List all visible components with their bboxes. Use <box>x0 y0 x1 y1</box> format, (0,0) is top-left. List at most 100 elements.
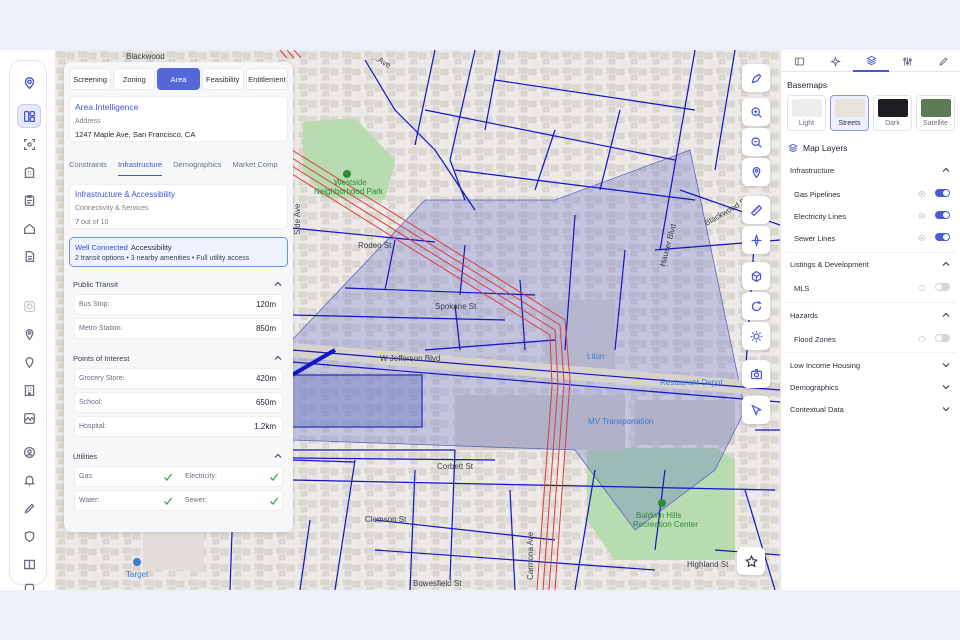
eye-icon[interactable] <box>918 234 926 242</box>
building-icon[interactable] <box>17 160 41 184</box>
location-icon <box>752 166 760 178</box>
user-icon[interactable] <box>17 440 41 464</box>
poi-row: School: 650m <box>74 392 283 413</box>
check-icon <box>270 497 279 505</box>
bell-icon[interactable] <box>17 468 41 492</box>
site-parcel <box>291 374 423 428</box>
utilities-title: Utilities <box>73 452 98 461</box>
subtab-demographics[interactable]: Demographics <box>173 160 221 176</box>
layer-sewer-lines-toggle[interactable] <box>935 233 950 241</box>
eye-icon[interactable] <box>918 190 926 198</box>
edit-icon[interactable] <box>17 496 41 520</box>
poi-key: School: <box>79 399 103 406</box>
divider <box>786 302 956 303</box>
tab-zoning[interactable]: Zoning <box>113 68 156 90</box>
basemap-streets[interactable]: Streets <box>830 95 869 131</box>
map-label-baldwin-hills: Baldwin Hills <box>636 511 682 520</box>
draw-icon <box>750 73 761 84</box>
group-infrastructure[interactable]: Infrastructure <box>786 161 956 179</box>
basemap-dark[interactable]: Dark <box>873 95 912 131</box>
image-icon[interactable] <box>17 406 41 430</box>
basemap-streets-swatch <box>835 99 865 117</box>
basemap-light[interactable]: Light <box>787 95 826 131</box>
zoom-in-button[interactable] <box>742 98 770 126</box>
divider <box>786 252 956 253</box>
subtab-market-comp[interactable]: Market Comp <box>232 160 277 176</box>
home-icon[interactable] <box>17 216 41 240</box>
tab-ai[interactable] <box>817 50 853 72</box>
poi-row: Grocery Store: 420m <box>74 368 283 389</box>
basemap-satellite[interactable]: Satellite <box>916 95 955 131</box>
eye-icon[interactable] <box>918 335 926 343</box>
subtab-infrastructure[interactable]: Infrastructure <box>117 160 163 176</box>
layer-electricity-lines-toggle[interactable] <box>935 211 950 219</box>
logo-icon[interactable] <box>17 71 41 95</box>
ruler-icon <box>750 204 762 216</box>
pin-icon[interactable] <box>17 322 41 346</box>
measure-button[interactable] <box>742 196 770 224</box>
chevron-down-icon <box>942 407 950 412</box>
instagram-icon[interactable] <box>17 294 41 318</box>
locate-button[interactable] <box>742 158 770 186</box>
tab-filters[interactable] <box>889 50 925 72</box>
group-demographics[interactable]: Demographics <box>786 378 956 396</box>
rotate-button[interactable] <box>742 292 770 320</box>
tab-sidebar[interactable] <box>781 50 817 72</box>
star-icon <box>744 554 758 567</box>
basemap-light-label: Light <box>798 120 815 127</box>
layer-sewer-lines-label: Sewer Lines <box>794 234 836 243</box>
transit-row: Metro Station: 850m <box>74 318 283 339</box>
group-low-income-housing[interactable]: Low Income Housing <box>786 356 956 374</box>
layer-mls-toggle[interactable] <box>935 283 950 291</box>
poi-value: 420m <box>255 374 276 383</box>
left-rail <box>9 60 47 590</box>
favorite-button[interactable] <box>737 547 765 575</box>
map-label-jefferson: W Jefferson Blvd <box>380 354 441 363</box>
utilities-header[interactable]: Utilities <box>69 448 288 464</box>
area-subtabs: Constraints Infrastructure Demographics … <box>69 160 293 176</box>
points-of-interest-header[interactable]: Points of Interest <box>69 350 288 366</box>
more-icon[interactable] <box>17 576 41 590</box>
eye-icon[interactable] <box>918 212 926 220</box>
eye-icon[interactable] <box>918 284 926 292</box>
group-contextual-label: Contextual Data <box>790 405 844 414</box>
screenshot-button[interactable] <box>742 360 770 388</box>
subtab-constraints[interactable]: Constraints <box>69 160 107 176</box>
tab-feasibility[interactable]: Feasibility <box>201 68 244 90</box>
tab-layers[interactable] <box>853 50 889 72</box>
document-icon[interactable] <box>17 244 41 268</box>
tab-draw[interactable] <box>925 50 960 72</box>
infrastructure-score: 7 out of 10 <box>75 217 108 226</box>
clipboard-icon[interactable] <box>17 188 41 212</box>
tab-area[interactable]: Area <box>157 68 200 90</box>
basemaps-title: Basemaps <box>787 80 828 90</box>
office-icon[interactable] <box>17 378 41 402</box>
select-button[interactable] <box>742 396 770 424</box>
layer-electricity-lines-label: Electricity Lines <box>794 212 847 221</box>
group-hazards[interactable]: Hazards <box>786 306 956 324</box>
poi-key: Hospital: <box>79 423 107 430</box>
lighting-button[interactable] <box>742 322 770 350</box>
group-low-income-label: Low Income Housing <box>790 361 861 370</box>
tab-screening[interactable]: Screening <box>69 68 112 90</box>
layer-mls-label: MLS <box>794 284 810 293</box>
group-listings[interactable]: Listings & Development <box>786 255 956 273</box>
check-icon <box>164 497 173 505</box>
layer-flood-zones-toggle[interactable] <box>935 334 950 342</box>
draw-button[interactable] <box>742 64 770 92</box>
analysis-tabs: Screening Zoning Area Feasibility Entitl… <box>69 68 289 90</box>
shield-icon[interactable] <box>17 524 41 548</box>
zoom-out-button[interactable] <box>742 128 770 156</box>
3d-button[interactable] <box>742 262 770 290</box>
tab-entitlement[interactable]: Entitlement <box>245 68 289 90</box>
public-transit-header[interactable]: Public Transit <box>69 276 288 292</box>
utility-sewer-label: Sewer: <box>185 497 207 504</box>
dashboard-icon[interactable] <box>17 104 41 128</box>
basemap-light-swatch <box>792 99 822 117</box>
book-icon[interactable] <box>17 552 41 576</box>
group-contextual-data[interactable]: Contextual Data <box>786 400 956 418</box>
location-pin-icon[interactable] <box>17 350 41 374</box>
scan-icon[interactable] <box>17 132 41 156</box>
layer-gas-pipelines-toggle[interactable] <box>935 189 950 197</box>
compass-button[interactable] <box>742 226 770 254</box>
